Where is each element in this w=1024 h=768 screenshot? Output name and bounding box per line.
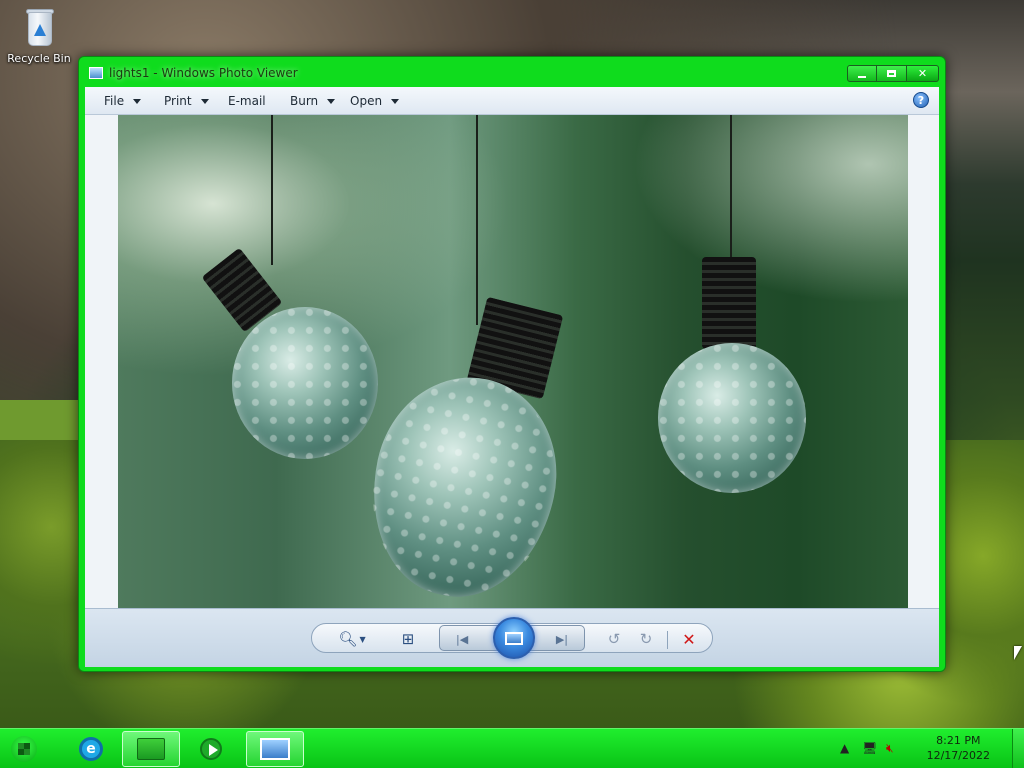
bulb-wire — [476, 115, 478, 325]
show-hidden-icons-icon[interactable]: ▲ — [840, 741, 849, 755]
photo-viewer-icon — [260, 738, 290, 760]
minimize-icon — [858, 75, 866, 78]
menu-label: E-mail — [228, 94, 266, 108]
next-button[interactable]: ▶| — [556, 633, 568, 646]
close-button[interactable]: ✕ — [907, 65, 939, 82]
minimize-button[interactable] — [847, 65, 877, 82]
photo-viewer-app-icon — [89, 67, 103, 79]
delete-icon: ✕ — [682, 629, 696, 649]
chevron-down-icon — [200, 99, 209, 104]
help-icon[interactable]: ? — [913, 92, 929, 108]
rotate-clockwise-button[interactable]: ↻ — [635, 630, 657, 648]
controls-divider — [667, 631, 668, 649]
window-title: lights1 - Windows Photo Viewer — [109, 66, 298, 80]
menu-label: File — [104, 94, 125, 108]
fit-to-window-icon: ⊞ — [401, 630, 415, 648]
menu-bar: File Print E-mail Burn Open ? — [85, 87, 939, 115]
taskbar: e ▲ 🖥︎ 🔇︎ 8:21 PM 12/17/2022 — [0, 728, 1024, 768]
maximize-icon — [887, 70, 896, 77]
taskbar-internet-explorer[interactable]: e — [62, 731, 120, 767]
chevron-down-icon: ▼ — [359, 634, 366, 644]
mouse-cursor — [1014, 646, 1022, 660]
bulb-wire — [730, 115, 732, 265]
system-tray: ▲ 🖥︎ 🔇︎ 8:21 PM 12/17/2022 — [840, 729, 1010, 768]
menu-file[interactable]: File — [104, 94, 142, 108]
menu-burn[interactable]: Burn — [290, 94, 336, 108]
rotate-left-icon: ↺ — [607, 630, 621, 648]
light-bulb — [232, 307, 378, 459]
zoom-icon: 🔍︎ — [338, 630, 358, 648]
image-viewer-pane — [85, 115, 939, 608]
menu-print[interactable]: Print — [164, 94, 209, 108]
folder-icon — [137, 738, 165, 760]
close-icon: ✕ — [917, 67, 928, 80]
bulb-socket — [702, 257, 756, 349]
menu-email[interactable]: E-mail — [228, 94, 266, 108]
displayed-photo[interactable] — [118, 115, 908, 608]
slideshow-button[interactable] — [493, 617, 535, 659]
zoom-button[interactable]: 🔍︎ ▼ — [338, 630, 366, 648]
taskbar-windows-explorer[interactable] — [122, 731, 180, 767]
chevron-down-icon — [327, 99, 336, 104]
menu-label: Print — [164, 94, 192, 108]
delete-button[interactable]: ✕ — [678, 629, 700, 649]
clock[interactable]: 8:21 PM 12/17/2022 — [927, 733, 990, 763]
windows-start-icon — [11, 736, 37, 762]
start-button[interactable] — [4, 731, 44, 767]
previous-button[interactable]: |◀ — [456, 633, 468, 646]
viewer-controls: 🔍︎ ▼ ⊞ |◀ ▶| ↺ ↻ ✕ — [85, 608, 939, 667]
media-player-icon — [200, 738, 222, 760]
menu-open[interactable]: Open — [350, 94, 400, 108]
actual-size-button[interactable]: ⊞ — [397, 630, 419, 648]
chevron-down-icon — [133, 99, 142, 104]
slideshow-icon — [505, 631, 523, 645]
rotate-right-icon: ↻ — [639, 630, 653, 648]
caption-buttons: ✕ — [847, 65, 939, 82]
volume-muted-icon[interactable]: 🔇︎ — [886, 741, 894, 756]
clock-date: 12/17/2022 — [926, 749, 990, 762]
previous-icon: |◀ — [456, 633, 469, 646]
photo-viewer-window: lights1 - Windows Photo Viewer ✕ File Pr… — [78, 56, 946, 672]
maximize-button[interactable] — [877, 65, 907, 82]
show-desktop-button[interactable] — [1012, 729, 1024, 768]
clock-time: 8:21 PM — [936, 734, 981, 747]
recycle-bin-icon — [22, 6, 56, 48]
rotate-counterclockwise-button[interactable]: ↺ — [603, 630, 625, 648]
chevron-down-icon — [391, 99, 400, 104]
network-icon[interactable]: 🖥︎ — [862, 741, 877, 755]
menu-label: Open — [350, 94, 383, 108]
desktop-icon-label: Recycle Bin — [7, 52, 71, 65]
internet-explorer-icon: e — [79, 737, 103, 761]
next-icon: ▶| — [555, 633, 568, 646]
taskbar-media-player[interactable] — [182, 731, 240, 767]
bulb-wire — [271, 115, 273, 265]
taskbar-photo-viewer[interactable] — [246, 731, 304, 767]
light-bulb — [658, 343, 806, 493]
title-bar[interactable]: lights1 - Windows Photo Viewer ✕ — [79, 57, 945, 87]
desktop-icon-recycle-bin[interactable]: Recycle Bin — [6, 6, 72, 65]
menu-label: Burn — [290, 94, 319, 108]
